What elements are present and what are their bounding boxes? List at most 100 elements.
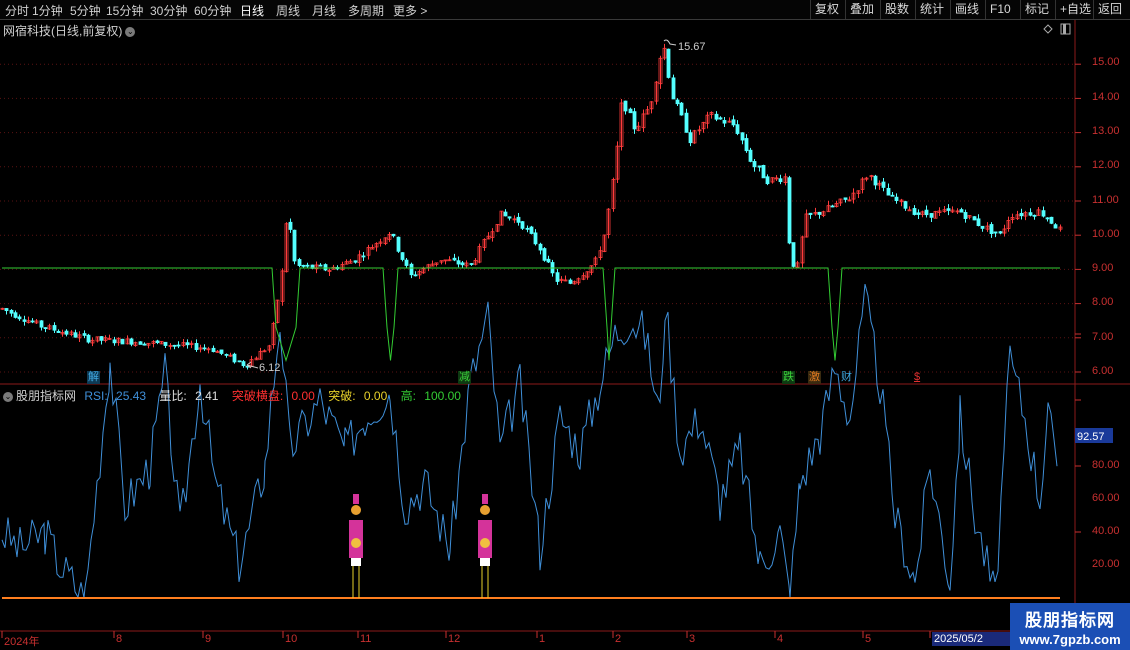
candle-body	[13, 312, 18, 318]
price-label: 12.00	[1092, 159, 1120, 171]
candle-body	[632, 111, 637, 130]
candle-body	[391, 233, 396, 237]
candle-body	[538, 243, 543, 251]
candle-body	[817, 211, 822, 215]
candle-body	[129, 338, 134, 345]
high-readout-value: 100.00	[424, 389, 461, 403]
chevron-down-icon[interactable]: ⌄	[3, 391, 13, 402]
candle-body	[469, 263, 474, 265]
candle-body	[671, 77, 676, 100]
candle-body	[155, 340, 160, 343]
high-line	[2, 267, 1060, 363]
candle-body	[924, 209, 929, 216]
date-axis-ticks	[1, 631, 931, 638]
candle-body	[211, 347, 216, 353]
event-dividend-label[interactable]: $	[913, 371, 921, 384]
price-gridlines	[0, 63, 1075, 373]
candle-body	[525, 227, 530, 230]
candle-body	[22, 319, 27, 322]
candle-body	[301, 264, 306, 267]
candle-body	[297, 259, 302, 266]
candle-body	[520, 221, 525, 229]
candle-body	[396, 236, 401, 252]
event-reduce-label[interactable]: 减	[458, 371, 471, 384]
candle-body	[873, 175, 878, 186]
indicator-axis-label: 60.00	[1092, 492, 1120, 504]
candle-body	[232, 353, 237, 363]
candle-body	[353, 260, 358, 263]
candle-body	[731, 119, 736, 126]
candle-body	[73, 332, 78, 338]
event-drop-label[interactable]: 跌	[782, 371, 795, 384]
candle-body	[533, 232, 538, 245]
candle-body	[791, 242, 796, 267]
event-unlock-label[interactable]: 解	[87, 371, 100, 384]
candle-body	[86, 334, 91, 343]
price-label: 13.00	[1092, 125, 1120, 137]
candle-body	[172, 344, 177, 347]
candle-body	[555, 272, 560, 282]
candle-body	[413, 274, 418, 277]
candle-body	[963, 212, 968, 219]
candle-body	[52, 325, 57, 331]
breakout-value: 0.00	[363, 389, 388, 403]
candle-body	[623, 100, 628, 112]
candle-body	[1041, 210, 1046, 217]
price-label: 6.00	[1092, 365, 1114, 377]
current-value: 92.57	[1077, 431, 1105, 443]
high-readout: 高: 100.00	[401, 389, 466, 403]
candle-body	[980, 225, 985, 229]
high-label: 高:	[400, 389, 416, 403]
candle-body	[452, 257, 457, 261]
price-label: 8.00	[1092, 296, 1114, 308]
candle-body	[219, 349, 224, 354]
candle-body	[318, 264, 323, 267]
indicator-name[interactable]: 股朋指标网	[16, 389, 76, 403]
candle-body	[740, 132, 745, 141]
low-value: 6.12	[259, 362, 280, 374]
candle-body	[1032, 214, 1037, 217]
date-label: 9	[205, 633, 212, 645]
indicator-axis-label: 80.00	[1092, 459, 1120, 471]
candle-body	[404, 259, 409, 266]
candle-body	[748, 149, 753, 162]
candle-body	[64, 330, 69, 335]
candle-body	[830, 205, 835, 208]
candle-body	[684, 112, 689, 133]
candle-body	[241, 361, 246, 367]
candle-body	[757, 165, 762, 168]
candle-body	[843, 197, 848, 200]
candle-body	[675, 99, 680, 105]
candle-body	[9, 309, 14, 314]
candle-body	[529, 226, 534, 234]
candle-body	[56, 330, 61, 333]
candle-body	[787, 177, 792, 244]
candle-body	[1053, 224, 1058, 229]
candle-body	[1019, 212, 1024, 217]
candle-body	[679, 102, 684, 116]
candle-body	[82, 333, 87, 336]
candle-body	[17, 316, 22, 320]
candle-body	[903, 201, 908, 209]
event-incentive-label[interactable]: 激	[808, 371, 821, 384]
candle-body	[735, 124, 740, 134]
watermark-url: www.7gpzb.com	[1019, 632, 1121, 647]
candle-body	[224, 354, 229, 356]
breakout-label: 突破:	[328, 389, 356, 403]
candle-body	[142, 343, 147, 346]
indicator-header: ⌄ 股朋指标网 RSI: 25.43 量比: 2.41 突破横盘: 0.00 突破…	[3, 387, 471, 404]
candle-body	[907, 209, 912, 212]
candle-body	[714, 113, 719, 120]
date-label: 4	[777, 633, 784, 645]
candle-body	[30, 320, 35, 323]
candle-body	[688, 132, 693, 144]
candle-body	[237, 360, 242, 363]
price-label: 14.00	[1092, 91, 1120, 103]
price-label: 15.00	[1092, 56, 1120, 68]
watermark-title: 股朋指标网	[1025, 611, 1115, 630]
candlestick-series	[0, 43, 1063, 370]
candle-body	[666, 48, 671, 78]
event-finance-label[interactable]: 财	[840, 371, 853, 384]
candle-body	[808, 212, 813, 215]
candle-body	[323, 264, 328, 271]
